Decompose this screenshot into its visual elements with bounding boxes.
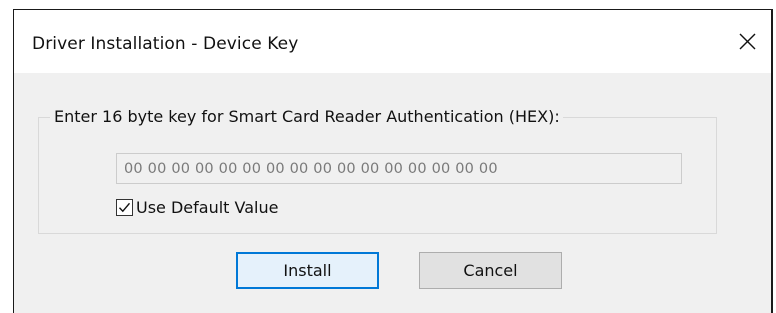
- title-bar[interactable]: Driver Installation - Device Key: [14, 10, 771, 73]
- key-groupbox: Enter 16 byte key for Smart Card Reader …: [38, 107, 717, 234]
- checkmark-icon: [118, 202, 131, 212]
- dialog-body: Enter 16 byte key for Smart Card Reader …: [14, 73, 771, 313]
- use-default-checkbox[interactable]: [116, 198, 133, 216]
- device-key-input[interactable]: [116, 153, 682, 184]
- install-button[interactable]: Install: [236, 252, 379, 289]
- cancel-button[interactable]: Cancel: [419, 252, 562, 289]
- use-default-label[interactable]: Use Default Value: [136, 198, 278, 217]
- use-default-checkbox-row[interactable]: Use Default Value: [116, 196, 278, 218]
- window-title: Driver Installation - Device Key: [32, 34, 299, 54]
- close-button[interactable]: [723, 10, 771, 73]
- groupbox-label: Enter 16 byte key for Smart Card Reader …: [50, 107, 563, 127]
- close-icon: [739, 33, 755, 50]
- device-key-dialog: Driver Installation - Device Key Enter 1…: [13, 9, 773, 313]
